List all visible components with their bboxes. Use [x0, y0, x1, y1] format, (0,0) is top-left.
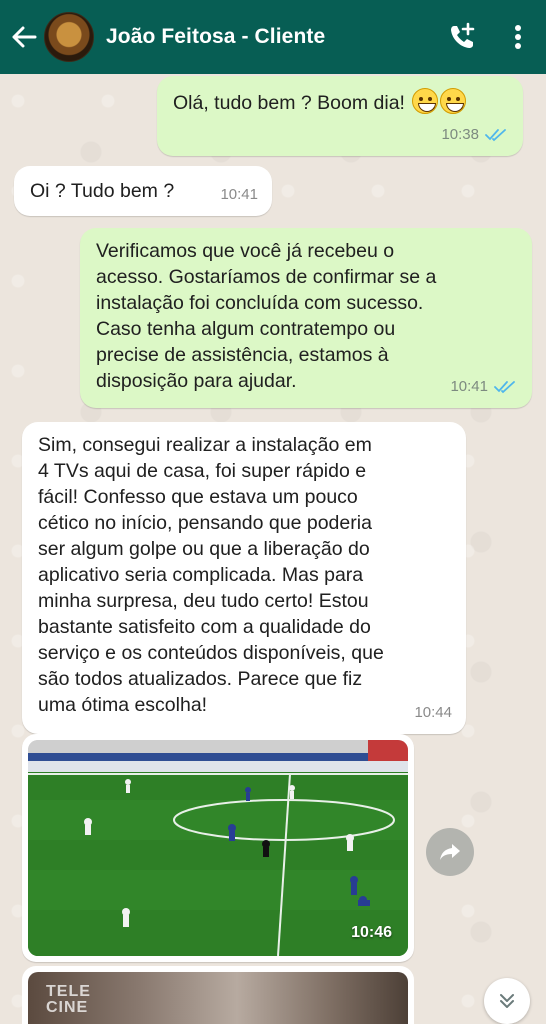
video-thumbnail-image[interactable]: TELE CINE [28, 972, 408, 1024]
message-text: Olá, tudo bem ? Boom dia! [173, 92, 405, 114]
message-time: 10:41 [220, 186, 258, 203]
message-text: Oi ? Tudo bem ? [30, 180, 175, 202]
message-line: aplicativo seria complicada. Mas para [38, 564, 364, 586]
image-message[interactable]: 10:46 [22, 734, 414, 962]
message-line: uma ótima escolha! [38, 694, 208, 716]
more-vert-icon[interactable] [504, 17, 532, 57]
message-line: são todos atualizados. Parece que fiz [38, 668, 363, 690]
message-line: 4 TVs aqui de casa, foi super rápido e [38, 460, 367, 482]
message-line: instalação foi concluída com sucesso. [96, 292, 424, 314]
message-line: Caso tenha algum contratempo ou [96, 318, 396, 340]
logo-text: TELE [46, 983, 91, 1000]
message-time: 10:41 [450, 378, 488, 395]
double-check-icon [494, 381, 515, 394]
message-line: ser algum golpe ou que a liberação do [38, 538, 370, 560]
share-arrow-icon[interactable] [426, 828, 474, 876]
logo-text: CINE [46, 999, 89, 1016]
message-bubble-incoming[interactable]: Sim, consegui realizar a instalação em 4… [22, 422, 466, 734]
grinning-face-emoji-icon [440, 88, 467, 114]
double-check-icon [485, 129, 506, 142]
grinning-face-emoji-icon [412, 88, 439, 114]
message-line: cético no início, pensando que poderia [38, 512, 372, 534]
image-message[interactable]: TELE CINE [22, 966, 414, 1024]
message-line: precise de assistência, estamos à [96, 344, 389, 366]
message-time: 10:38 [441, 126, 479, 143]
message-line: acesso. Gostaríamos de confirmar se a [96, 266, 437, 288]
chat-header: João Feitosa - Cliente [0, 0, 546, 74]
message-bubble-incoming[interactable]: Oi ? Tudo bem ? 10:41 [14, 166, 272, 216]
message-time: 10:44 [414, 704, 452, 721]
message-meta: 10:41 [450, 374, 518, 400]
message-line: Sim, consegui realizar a instalação em [38, 434, 372, 456]
message-line: Verificamos que você já recebeu o [96, 240, 395, 262]
double-chevron-down-icon[interactable] [484, 978, 530, 1024]
arrow-left-icon[interactable] [4, 0, 44, 74]
message-meta: 10:41 [220, 182, 258, 208]
add-call-icon[interactable] [442, 17, 482, 57]
telecine-logo: TELE CINE [46, 984, 91, 1016]
message-meta: 10:44 [414, 700, 452, 726]
message-line: serviço e os conteúdos disponíveis, que [38, 642, 384, 664]
message-time: 10:46 [351, 924, 392, 941]
message-line: minha surpresa, deu tudo certo! Estou [38, 590, 369, 612]
message-meta: 10:38 [441, 122, 509, 148]
message-bubble-outgoing[interactable]: Verificamos que você já recebeu o acesso… [80, 228, 532, 408]
soccer-field-image[interactable]: 10:46 [28, 740, 408, 956]
contact-name[interactable]: João Feitosa - Cliente [106, 25, 442, 49]
message-bubble-outgoing[interactable]: Olá, tudo bem ? Boom dia! 10:38 [157, 76, 523, 156]
avatar[interactable] [44, 12, 94, 62]
message-line: fácil! Confesso que estava um pouco [38, 486, 358, 508]
message-line: bastante satisfeito com a qualidade do [38, 616, 371, 638]
